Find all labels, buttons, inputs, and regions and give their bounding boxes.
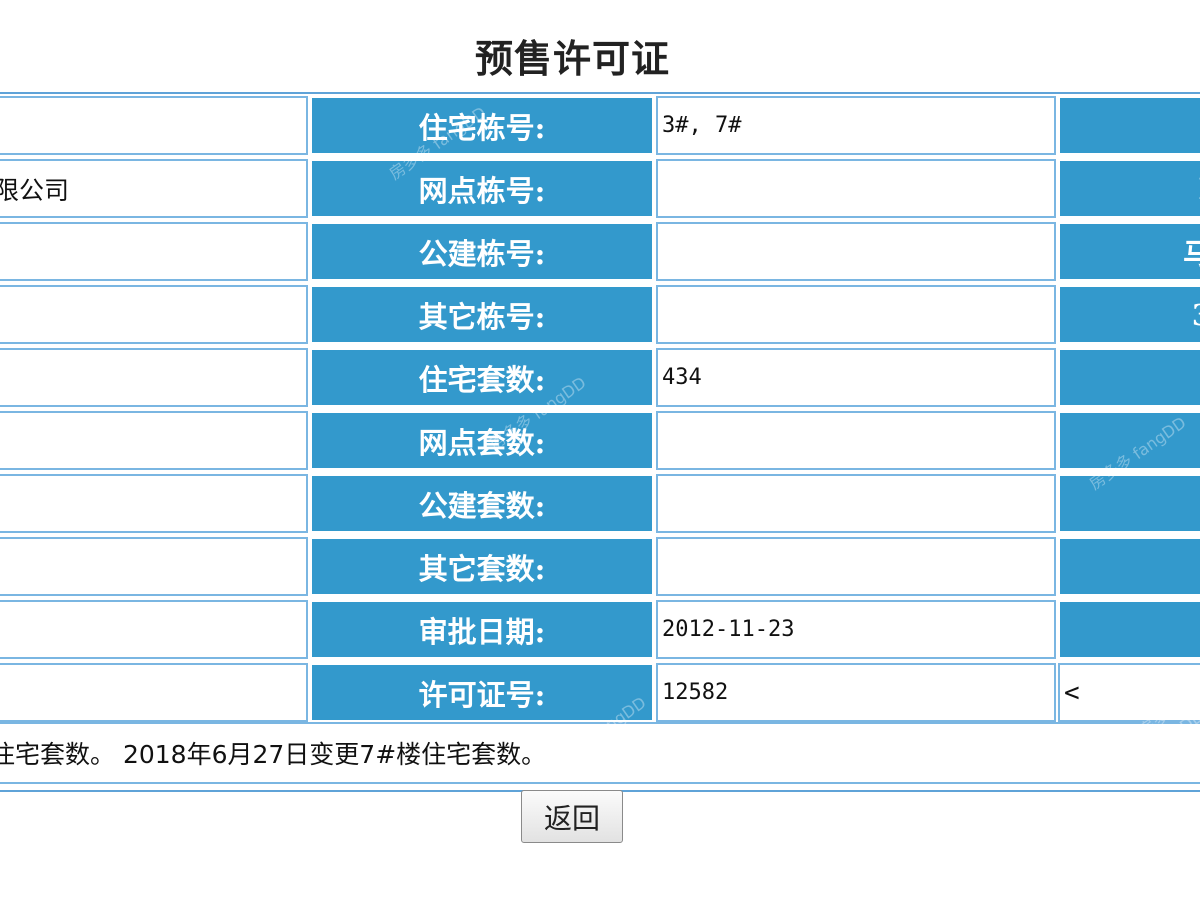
- row-left-value: [0, 285, 308, 344]
- row-value: [656, 411, 1056, 470]
- row-label: 许可证号:: [310, 663, 654, 722]
- row-left-value: 限公司: [0, 159, 308, 218]
- row-label: 公建套数:: [310, 474, 654, 533]
- back-button[interactable]: 返回: [521, 790, 623, 843]
- row-left-value: [0, 474, 308, 533]
- row-side-cell: 马: [1058, 222, 1200, 281]
- row-left-value: [0, 96, 308, 155]
- row-value: [656, 222, 1056, 281]
- row-side-cell: [1058, 537, 1200, 596]
- change-note: 住宅套数。 2018年6月27日变更7#楼住宅套数。: [0, 722, 1200, 784]
- row-value: 2012-11-23: [656, 600, 1056, 659]
- row-value: 3#, 7#: [656, 96, 1056, 155]
- row-left-value: [0, 222, 308, 281]
- row-side-cell: [1058, 96, 1200, 155]
- row-side-cell: I: [1058, 159, 1200, 218]
- row-side-cell: [1058, 411, 1200, 470]
- row-left-value: [0, 537, 308, 596]
- row-value: 12582: [656, 663, 1056, 722]
- row-label: 公建栋号:: [310, 222, 654, 281]
- row-label: 网点套数:: [310, 411, 654, 470]
- row-side-cell: <: [1058, 663, 1200, 722]
- row-value: [656, 537, 1056, 596]
- row-left-value: [0, 348, 308, 407]
- row-left-value: [0, 411, 308, 470]
- row-side-cell: [1058, 600, 1200, 659]
- row-side-cell: 3: [1058, 285, 1200, 344]
- row-value: [656, 159, 1056, 218]
- row-label: 网点栋号:: [310, 159, 654, 218]
- row-value: [656, 474, 1056, 533]
- page-title: 预售许可证: [474, 37, 670, 81]
- row-label: 审批日期:: [310, 600, 654, 659]
- row-side-cell: [1058, 348, 1200, 407]
- row-left-value: [0, 600, 308, 659]
- row-left-value: [0, 663, 308, 722]
- row-value: 434: [656, 348, 1056, 407]
- row-label: 住宅套数:: [310, 348, 654, 407]
- row-label: 其它栋号:: [310, 285, 654, 344]
- row-label: 其它套数:: [310, 537, 654, 596]
- row-value: [656, 285, 1056, 344]
- row-label: 住宅栋号:: [310, 96, 654, 155]
- row-side-cell: [1058, 474, 1200, 533]
